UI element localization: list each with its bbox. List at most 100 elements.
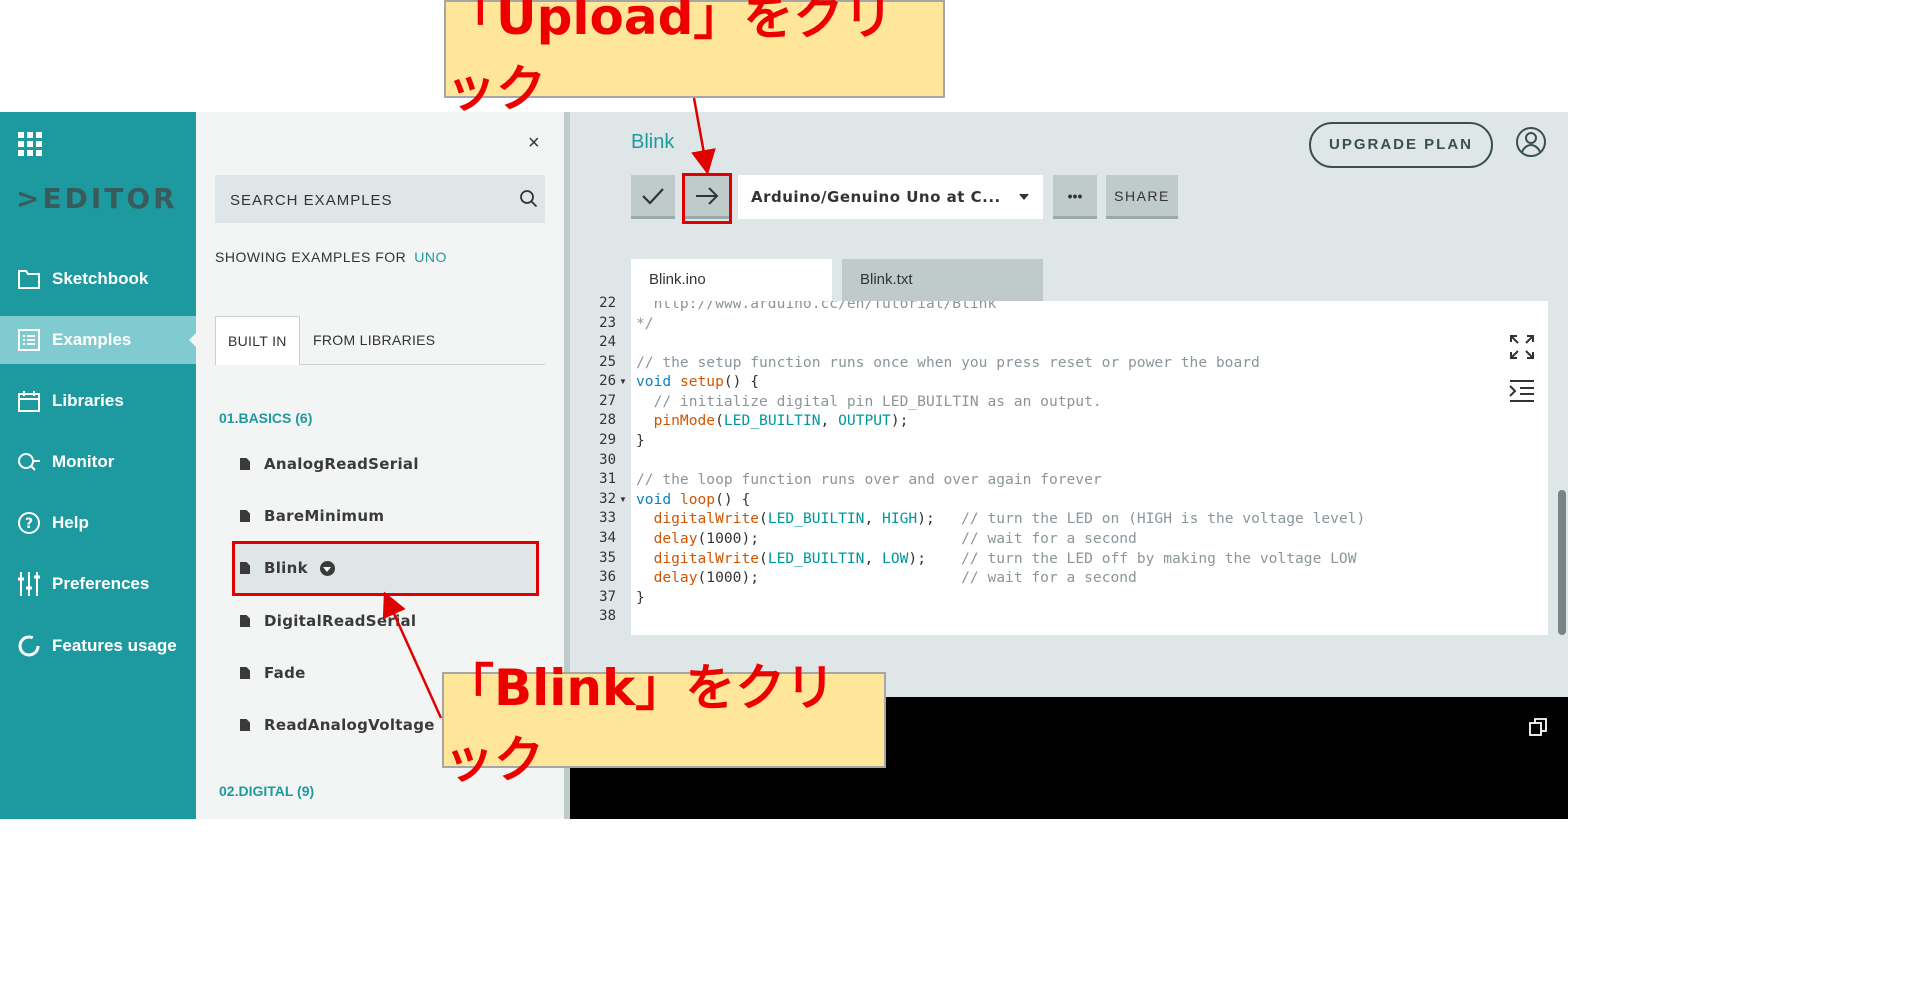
- code-line[interactable]: digitalWrite(LED_BUILTIN, LOW); // turn …: [636, 550, 1357, 567]
- folder-icon: [16, 266, 42, 292]
- sidebar-item-examples[interactable]: Examples: [0, 316, 196, 364]
- example-label: ReadAnalogVoltage: [264, 716, 435, 734]
- code-line[interactable]: digitalWrite(LED_BUILTIN, HIGH); // turn…: [636, 510, 1366, 527]
- editor-logo-text: EDITOR: [42, 182, 178, 215]
- user-avatar-icon[interactable]: [1515, 126, 1547, 158]
- line-number: 32: [599, 491, 616, 507]
- code-line[interactable]: // initialize digital pin LED_BUILTIN as…: [636, 393, 1102, 410]
- sidebar-item-label: Preferences: [52, 574, 150, 593]
- search-icon[interactable]: [519, 189, 539, 209]
- showing-examples-for: SHOWING EXAMPLES FOR UNO: [215, 249, 447, 265]
- line-number: 37: [599, 589, 616, 605]
- code-editor[interactable]: http://www.arduino.cc/en/Tutorial/Blink *…: [631, 301, 1548, 635]
- line-number: 38: [599, 608, 616, 624]
- line-number: 36: [599, 569, 616, 585]
- code-line[interactable]: }: [636, 432, 645, 449]
- board-selector[interactable]: Arduino/Genuino Uno at C...: [738, 175, 1043, 219]
- editor-logo: >EDITOR: [16, 182, 178, 215]
- code-line[interactable]: http://www.arduino.cc/en/Tutorial/Blink: [636, 301, 997, 312]
- fold-toggle-icon[interactable]: ▼: [619, 495, 627, 504]
- caret-down-icon: [1019, 194, 1029, 200]
- sketch-title[interactable]: Blink: [631, 131, 674, 154]
- sidebar-item-features-usage[interactable]: Features usage: [0, 622, 196, 670]
- sidebar-item-label: Features usage: [52, 636, 177, 655]
- example-item-fade[interactable]: Fade: [240, 658, 306, 688]
- line-number: 33: [599, 510, 616, 526]
- fullscreen-icon[interactable]: [1508, 333, 1536, 361]
- sidebar-item-label: Examples: [52, 330, 132, 349]
- category-basics[interactable]: 01.BASICS (6): [219, 410, 312, 426]
- sidebar-item-help[interactable]: ? Help: [0, 499, 196, 547]
- code-line[interactable]: */: [636, 315, 654, 332]
- tab-from-libraries[interactable]: FROM LIBRARIES: [301, 316, 447, 364]
- category-digital[interactable]: 02.DIGITAL (9): [219, 783, 314, 799]
- line-number: 31: [599, 471, 616, 487]
- editor-scrollbar[interactable]: [1558, 490, 1566, 635]
- examples-tab-bar: BUILT IN FROM LIBRARIES: [215, 316, 545, 365]
- board-link[interactable]: UNO: [414, 249, 447, 265]
- line-number: 29: [599, 432, 616, 448]
- line-number-gutter: 22 23 24 25 26 ▼ 27 28 29 30 31 32 ▼ 33 …: [570, 295, 631, 637]
- usage-ring-icon: [16, 633, 42, 659]
- upgrade-plan-button[interactable]: UPGRADE PLAN: [1309, 122, 1493, 168]
- example-label: BareMinimum: [264, 507, 385, 525]
- code-line[interactable]: // the setup function runs once when you…: [636, 354, 1260, 371]
- sidebar-item-libraries[interactable]: Libraries: [0, 377, 196, 425]
- example-item-readanalogvoltage[interactable]: ReadAnalogVoltage: [240, 710, 435, 740]
- line-number: 34: [599, 530, 616, 546]
- code-line[interactable]: void loop() {: [636, 491, 750, 508]
- sidebar-item-monitor[interactable]: Monitor: [0, 438, 196, 486]
- showing-label: SHOWING EXAMPLES FOR: [215, 249, 407, 265]
- file-icon: [240, 615, 250, 627]
- verify-button[interactable]: [631, 175, 675, 219]
- line-number: 25: [599, 354, 616, 370]
- close-icon[interactable]: ×: [528, 132, 540, 155]
- library-icon: [16, 388, 42, 414]
- chevron-right-icon: >: [16, 182, 43, 215]
- more-options-button[interactable]: •••: [1053, 175, 1097, 219]
- line-number: 30: [599, 452, 616, 468]
- sidebar-item-label: Monitor: [52, 452, 115, 471]
- search-examples-box: [215, 175, 545, 223]
- code-line[interactable]: delay(1000); // wait for a second: [636, 569, 1137, 586]
- board-selector-label: Arduino/Genuino Uno at C...: [751, 188, 1001, 206]
- code-line[interactable]: }: [636, 589, 645, 606]
- sidebar-item-label: Sketchbook: [52, 269, 149, 288]
- left-sidebar: >EDITOR Sketchbook Examples Libraries Mo…: [0, 112, 196, 819]
- example-label: DigitalReadSerial: [264, 612, 417, 630]
- line-number: 22: [599, 295, 616, 311]
- code-line[interactable]: void setup() {: [636, 373, 759, 390]
- example-item-bareminimum[interactable]: BareMinimum: [240, 501, 384, 531]
- sidebar-item-preferences[interactable]: Preferences: [0, 560, 196, 608]
- copy-icon[interactable]: [1528, 717, 1548, 737]
- file-tab-blink-ino[interactable]: Blink.ino: [631, 259, 832, 301]
- list-icon: [16, 327, 42, 353]
- sidebar-item-label: Help: [52, 513, 89, 532]
- line-number: 26: [599, 373, 616, 389]
- example-label: AnalogReadSerial: [264, 455, 419, 473]
- apps-grid-icon[interactable]: [18, 132, 42, 156]
- fold-toggle-icon[interactable]: ▼: [619, 377, 627, 386]
- help-icon: ?: [16, 510, 42, 536]
- upload-callout: 「Upload」をクリック: [444, 0, 945, 118]
- sliders-icon: [16, 571, 42, 597]
- search-examples-input[interactable]: [228, 187, 512, 213]
- indent-icon[interactable]: [1508, 377, 1536, 405]
- code-line[interactable]: pinMode(LED_BUILTIN, OUTPUT);: [636, 412, 909, 429]
- line-number: 23: [599, 315, 616, 331]
- line-number: 24: [599, 334, 616, 350]
- blink-callout: 「Blink」をクリック: [442, 659, 886, 789]
- example-label: Fade: [264, 664, 306, 682]
- code-line[interactable]: delay(1000); // wait for a second: [636, 530, 1137, 547]
- share-button[interactable]: SHARE: [1106, 175, 1178, 219]
- file-icon: [240, 719, 250, 731]
- example-item-analogreadserial[interactable]: AnalogReadSerial: [240, 449, 419, 479]
- checkmark-icon: [642, 187, 664, 205]
- line-number: 35: [599, 550, 616, 566]
- tab-built-in[interactable]: BUILT IN: [215, 316, 300, 365]
- example-item-digitalreadserial[interactable]: DigitalReadSerial: [240, 606, 416, 636]
- sidebar-item-sketchbook[interactable]: Sketchbook: [0, 255, 196, 303]
- code-line[interactable]: // the loop function runs over and over …: [636, 471, 1102, 488]
- file-icon: [240, 510, 250, 522]
- file-tab-blink-txt[interactable]: Blink.txt: [842, 259, 1043, 301]
